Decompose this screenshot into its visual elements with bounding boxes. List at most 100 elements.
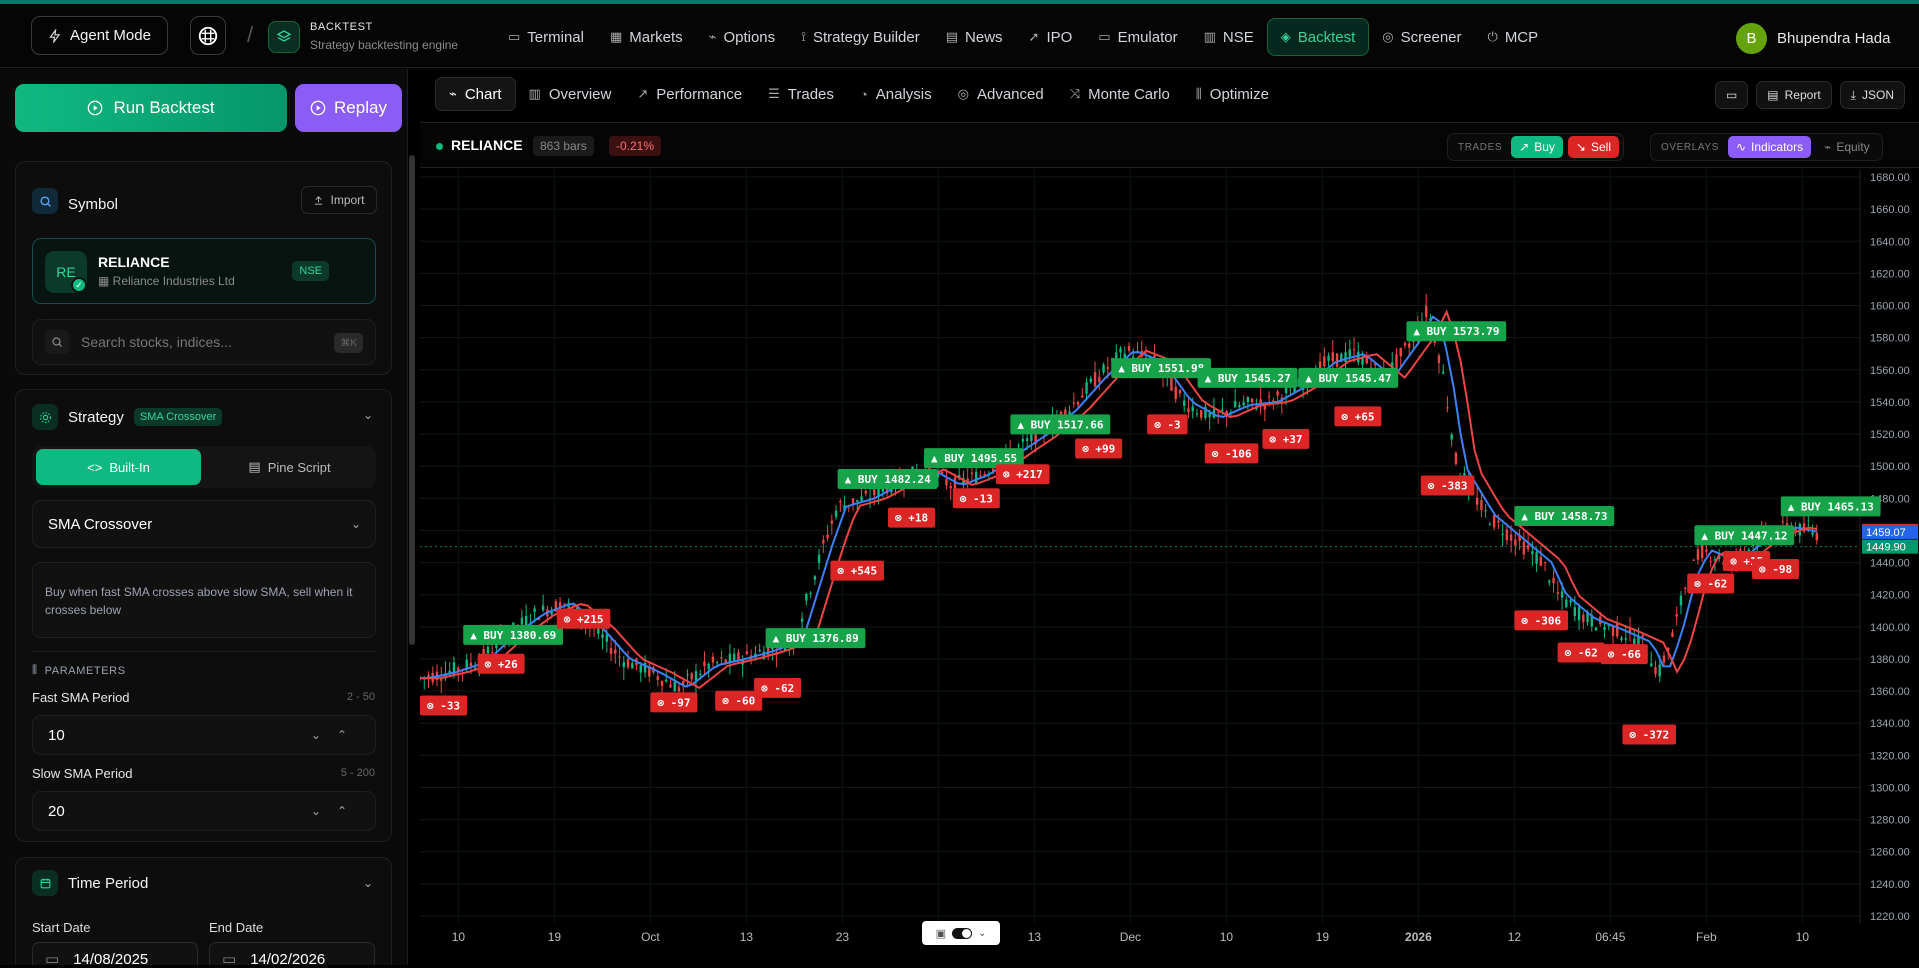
import-button[interactable]: Import (301, 186, 377, 214)
folder-button[interactable]: ▭ (1714, 81, 1749, 109)
nav-terminal[interactable]: ▭ Terminal (495, 18, 597, 56)
sidebar-scrollbar[interactable] (409, 155, 415, 645)
symbol-search-input[interactable]: Search stocks, indices... ⌘K (32, 319, 376, 365)
y-tick-label: 1240.00 (1870, 879, 1910, 891)
buy-marker-label: ▲ BUY 1495.55 (931, 452, 1017, 465)
nav-news[interactable]: ▤ News (933, 18, 1016, 56)
indicators-toggle[interactable]: ∿ Indicators (1727, 136, 1812, 158)
slow-sma-input[interactable]: 20 ⌄⌃ (32, 791, 376, 831)
candle-body (809, 593, 812, 595)
tab-label: Analysis (875, 85, 932, 103)
tab-pine-script[interactable]: ▤ Pine Script (207, 449, 372, 485)
tab-built-in[interactable]: <> Built-In (36, 449, 201, 485)
candle-body (1514, 539, 1517, 546)
candle-body (1221, 409, 1224, 411)
nav-markets[interactable]: ▦ Markets (597, 18, 696, 56)
upload-icon (315, 195, 323, 205)
tab-analysis[interactable]: ◔ Analysis (847, 77, 945, 111)
toggle-switch-icon (952, 927, 972, 939)
selected-symbol[interactable]: RE ✓ RELIANCE ▦ Reliance Industries Ltd … (32, 238, 376, 304)
candle-body (979, 475, 982, 477)
backtest-section-icon (268, 21, 300, 53)
json-button[interactable]: ⤓ JSON (1839, 81, 1905, 109)
candle-body (800, 618, 804, 622)
nav-nse[interactable]: ▥ NSE (1191, 18, 1267, 56)
nav-emulator[interactable]: ▭ Emulator (1085, 18, 1190, 56)
sell-marker-label: ⊗ -62 (1565, 647, 1598, 660)
chart-svg[interactable]: 1680.00 1660.00 1640.00 1620.00 1600.00 1580.… (418, 169, 1919, 965)
strategy-header[interactable]: Strategy SMA Crossover (32, 404, 223, 430)
candle-body (1654, 667, 1657, 675)
candle-body (1692, 559, 1695, 561)
equity-toggle[interactable]: ⌁ Equity (1816, 136, 1878, 158)
buy-marker-label: ▲ BUY 1545.27 (1205, 372, 1291, 385)
candle-body (1582, 614, 1585, 623)
nav-options[interactable]: ⌁ Options (696, 18, 789, 56)
candle-body (1543, 562, 1547, 564)
end-date-input[interactable]: ▭ 14/02/2026 (209, 942, 375, 965)
tab-advanced[interactable]: ◎ Advanced (945, 77, 1057, 111)
candle-body (1017, 445, 1020, 447)
tab-chart[interactable]: ⌁ Chart (435, 77, 516, 111)
stepper-arrows-icon[interactable]: ⌄⌃ (311, 728, 363, 742)
nav-backtest[interactable]: ◈ Backtest (1266, 18, 1370, 56)
chart-line-icon: ⌁ (1824, 140, 1832, 154)
sell-marker-label: ⊗ -106 (1212, 447, 1252, 460)
candle-body (1242, 402, 1245, 406)
candle-body (656, 676, 659, 680)
candle-body (520, 617, 524, 625)
strategy-select[interactable]: SMA Crossover ⌄ (32, 500, 376, 548)
candle-body (1238, 405, 1241, 408)
avatar: B (1736, 23, 1767, 54)
stepper-arrows-icon[interactable]: ⌄⌃ (311, 804, 363, 818)
chevron-down-icon[interactable]: ⌄ (363, 876, 373, 890)
report-button[interactable]: ▤ Report (1756, 81, 1832, 109)
tab-overview[interactable]: ▥ Overview (516, 77, 625, 111)
shuffle-icon: ⤨ (1069, 86, 1081, 101)
section-title: BACKTEST (310, 21, 373, 33)
tab-trades[interactable]: ☰ Trades (755, 77, 847, 111)
buy-toggle[interactable]: ↗ Buy (1511, 136, 1563, 158)
tab-performance[interactable]: ↗ Performance (624, 77, 755, 111)
agent-mode-button[interactable]: Agent Mode (31, 16, 168, 55)
candle-body (1556, 592, 1560, 594)
candle-body (1484, 510, 1487, 512)
candle-body (1233, 401, 1237, 408)
price-chart[interactable]: 1680.00 1660.00 1640.00 1620.00 1600.00 1580.… (418, 169, 1919, 965)
symbol-title: Symbol (68, 195, 119, 213)
y-tick-label: 1380.00 (1870, 654, 1910, 666)
sell-marker-label: ⊗ +99 (1082, 443, 1115, 456)
candle-body (839, 501, 842, 503)
play-circle-icon (88, 100, 103, 116)
tab-optimize[interactable]: ⫼ Optimize (1183, 77, 1282, 111)
nav-ipo[interactable]: ➚ IPO (1016, 18, 1086, 56)
nav-screener[interactable]: ◎ Screener (1369, 18, 1474, 56)
chart-mode-toggle[interactable]: ▣ ⌄ (922, 921, 1000, 945)
sell-toggle[interactable]: ↘ Sell (1567, 136, 1619, 158)
chevron-down-icon[interactable]: ⌄ (363, 408, 373, 422)
candle-body (715, 662, 719, 664)
nav-strategy-builder[interactable]: ⟟ Strategy Builder (788, 18, 933, 56)
candle-body (1560, 591, 1564, 598)
candle-body (1671, 632, 1674, 637)
tab-monte-carlo[interactable]: ⤨ Monte Carlo (1057, 77, 1183, 111)
nav-label: Backtest (1297, 28, 1356, 46)
candle-body (541, 605, 545, 611)
time-header[interactable]: Time Period (32, 870, 148, 896)
calendar-icon (32, 870, 58, 896)
list-icon: ☰ (768, 86, 780, 101)
nav-mcp[interactable]: ⏻ MCP (1475, 18, 1552, 56)
search-placeholder: Search stocks, indices... (81, 334, 232, 350)
user-menu[interactable]: B Bhupendra Hada (1736, 23, 1890, 54)
nav-label: Screener (1400, 28, 1462, 46)
run-backtest-button[interactable]: Run Backtest (15, 84, 287, 132)
fast-sma-input[interactable]: 10 ⌄⌃ (32, 715, 376, 755)
start-date-input[interactable]: ▭ 14/08/2025 (32, 942, 198, 965)
run-backtest-label: Run Backtest (113, 98, 215, 117)
replay-button[interactable]: Replay (295, 84, 402, 132)
y-tick-label: 1620.00 (1870, 268, 1910, 280)
app-logo-button[interactable] (190, 16, 226, 55)
candle-body (822, 539, 825, 544)
candle-body (758, 649, 761, 652)
trend-up-icon: ↗ (1519, 140, 1530, 154)
